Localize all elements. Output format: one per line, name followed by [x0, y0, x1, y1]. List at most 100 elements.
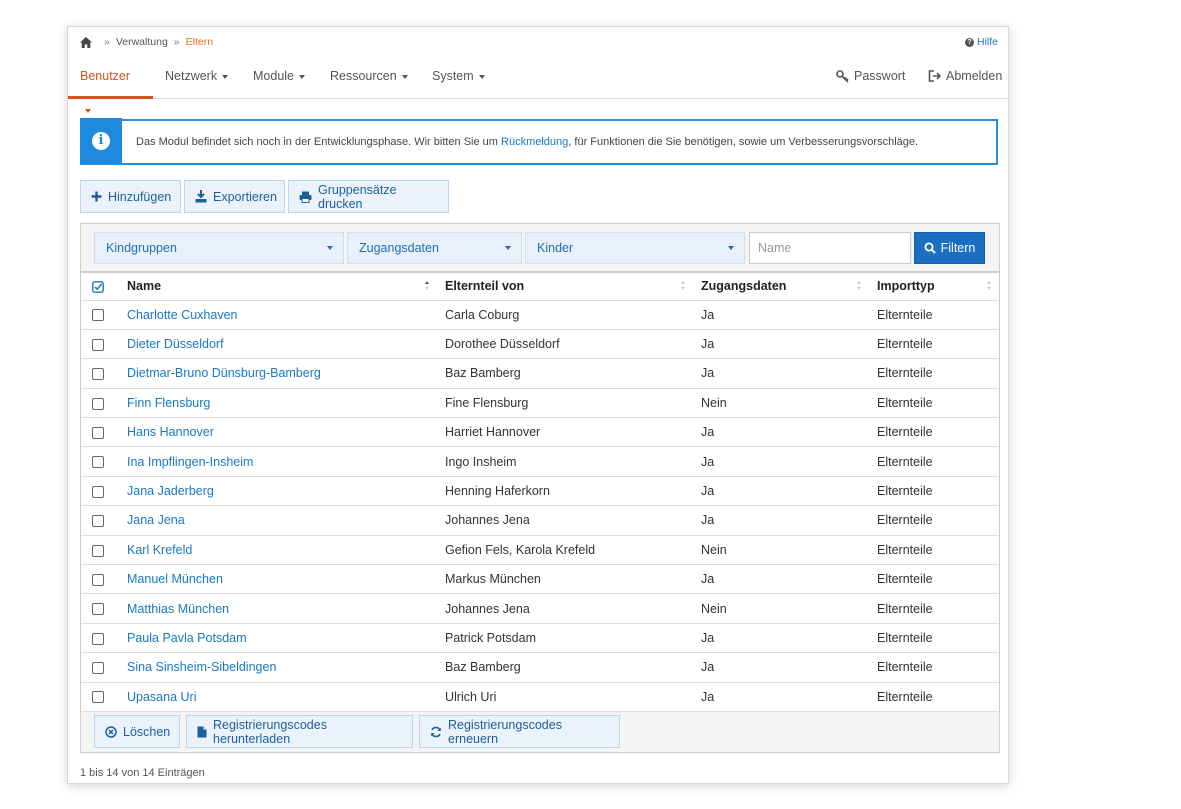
table-row[interactable]: Jana Jaderberg Henning Haferkorn Ja Elternt…	[81, 476, 999, 507]
elternteil-cell: Baz Bamberg	[437, 652, 693, 683]
export-label: Exportieren	[213, 189, 277, 204]
importtyp-cell: Elternteile	[869, 358, 999, 389]
table-row[interactable]: Matthias München Johannes Jena Nein Elternt…	[81, 593, 999, 624]
row-checkbox[interactable]	[92, 397, 104, 410]
name-cell[interactable]: Jana Jaderberg	[119, 476, 437, 507]
nav-netzwerk[interactable]: Netzwerk	[153, 59, 240, 99]
column-header-importtyp[interactable]: Importtyp	[869, 271, 999, 301]
nav-ressourcen[interactable]: Ressourcen	[318, 59, 420, 99]
importtyp-cell: Elternteile	[869, 505, 999, 536]
row-checkbox[interactable]	[92, 603, 104, 616]
name-cell[interactable]: Paula Pavla Potsdam	[119, 623, 437, 654]
name-cell[interactable]: Matthias München	[119, 593, 437, 624]
table-row[interactable]: Dieter Düsseldorf Dorothee Düsseldorf Ja El…	[81, 329, 999, 360]
row-checkbox[interactable]	[92, 426, 104, 439]
filter-button[interactable]: Filtern	[914, 232, 985, 264]
table-row[interactable]: Dietmar-Bruno Dünsburg-Bamberg Baz Bamber…	[81, 358, 999, 389]
importtyp-cell: Elternteile	[869, 446, 999, 477]
header-label: Zugangsdaten	[701, 279, 787, 294]
home-icon[interactable]	[80, 36, 92, 48]
password-link[interactable]: Passwort	[836, 59, 905, 99]
logout-link[interactable]: Abmelden	[928, 59, 1002, 99]
row-checkbox[interactable]	[92, 573, 104, 586]
kinder-dropdown[interactable]: Kinder	[525, 232, 745, 264]
row-checkbox[interactable]	[92, 456, 104, 469]
table-row[interactable]: Karl Krefeld Gefion Fels, Karola Krefeld N…	[81, 535, 999, 566]
help-link[interactable]: ? Hilfe	[964, 36, 998, 48]
nav-module[interactable]: Module	[241, 59, 317, 99]
name-cell[interactable]: Manuel München	[119, 564, 437, 595]
caret-down-icon	[728, 246, 734, 250]
table-row[interactable]: Manuel München Markus München Ja Elternteil…	[81, 564, 999, 595]
select-all-header[interactable]	[81, 271, 119, 301]
elternteil-cell: Patrick Potsdam	[437, 623, 693, 654]
table-body: Charlotte Cuxhaven Carla Coburg Ja Elternte…	[81, 300, 999, 712]
close-circle-icon	[105, 725, 117, 738]
importtyp-cell: Elternteile	[869, 682, 999, 712]
column-header-name[interactable]: Name	[119, 271, 437, 301]
table-row[interactable]: Ina Impflingen-Insheim Ingo Insheim Ja Elte…	[81, 446, 999, 477]
row-checkbox[interactable]	[92, 309, 104, 322]
name-cell[interactable]: Upasana Uri	[119, 682, 437, 712]
importtyp-cell: Elternteile	[869, 300, 999, 330]
row-checkbox[interactable]	[92, 662, 104, 675]
breadcrumb-verwaltung[interactable]: Verwaltung	[116, 36, 168, 48]
elternteil-cell: Johannes Jena	[437, 505, 693, 536]
print-icon	[299, 191, 312, 203]
pagination-info: 1 bis 14 von 14 Einträgen	[80, 767, 205, 779]
row-checkbox[interactable]	[92, 338, 104, 351]
sort-icon	[987, 281, 993, 293]
check-square-icon[interactable]	[92, 281, 104, 293]
parents-table: Name Elternteil von Zugangsdaten Importt…	[81, 271, 999, 712]
add-button[interactable]: Hinzufügen	[80, 180, 181, 213]
table-row[interactable]: Jana Jena Johannes Jena Ja Elternteile	[81, 505, 999, 536]
name-cell[interactable]: Sina Sinsheim-Sibeldingen	[119, 652, 437, 683]
sort-icon	[857, 281, 863, 293]
export-button[interactable]: Exportieren	[184, 180, 285, 213]
name-search-input[interactable]	[749, 232, 911, 264]
table-row[interactable]: Hans Hannover Harriet Hannover Ja Elterntei…	[81, 417, 999, 448]
name-cell[interactable]: Dietmar-Bruno Dünsburg-Bamberg	[119, 358, 437, 389]
print-group-button[interactable]: Gruppensätze drucken	[288, 180, 449, 213]
name-cell[interactable]: Karl Krefeld	[119, 535, 437, 566]
row-select-cell	[81, 476, 119, 507]
feedback-link[interactable]: Rückmeldung	[501, 136, 568, 148]
column-header-elternteil[interactable]: Elternteil von	[437, 271, 693, 301]
table-row[interactable]: Paula Pavla Potsdam Patrick Potsdam Ja Elte…	[81, 623, 999, 654]
zugangsdaten-dropdown[interactable]: Zugangsdaten	[347, 232, 522, 264]
row-checkbox[interactable]	[92, 544, 104, 557]
row-checkbox[interactable]	[92, 515, 104, 528]
delete-button[interactable]: Löschen	[94, 715, 180, 748]
nav-benutzer[interactable]: Benutzer	[68, 59, 153, 113]
elternteil-cell: Baz Bamberg	[437, 358, 693, 389]
dropdown-label: Zugangsdaten	[359, 241, 439, 255]
zugangsdaten-cell: Ja	[693, 623, 869, 654]
name-cell[interactable]: Dieter Düsseldorf	[119, 329, 437, 360]
download-codes-button[interactable]: Registrierungscodes herunterladen	[186, 715, 413, 748]
table-row[interactable]: Sina Sinsheim-Sibeldingen Baz Bamberg Ja El…	[81, 652, 999, 683]
name-cell[interactable]: Finn Flensburg	[119, 388, 437, 419]
row-select-cell	[81, 623, 119, 654]
elternteil-cell: Gefion Fels, Karola Krefeld	[437, 535, 693, 566]
file-icon	[197, 726, 207, 737]
zugangsdaten-cell: Nein	[693, 535, 869, 566]
zugangsdaten-cell: Nein	[693, 388, 869, 419]
column-header-zugangsdaten[interactable]: Zugangsdaten	[693, 271, 869, 301]
help-label: Hilfe	[976, 36, 998, 48]
name-cell[interactable]: Jana Jena	[119, 505, 437, 536]
row-checkbox[interactable]	[92, 691, 104, 704]
name-cell[interactable]: Charlotte Cuxhaven	[119, 300, 437, 330]
name-cell[interactable]: Ina Impflingen-Insheim	[119, 446, 437, 477]
row-checkbox[interactable]	[92, 368, 104, 381]
table-row[interactable]: Upasana Uri Ulrich Uri Ja Elternteile	[81, 682, 999, 712]
nav-system[interactable]: System	[420, 59, 497, 99]
export-icon	[195, 190, 207, 203]
kindgruppen-dropdown[interactable]: Kindgruppen	[94, 232, 344, 264]
table-row[interactable]: Charlotte Cuxhaven Carla Coburg Ja Elternte…	[81, 300, 999, 330]
table-row[interactable]: Finn Flensburg Fine Flensburg Nein Elternte…	[81, 388, 999, 419]
nav-label: Netzwerk	[165, 69, 218, 83]
row-checkbox[interactable]	[92, 485, 104, 498]
renew-codes-button[interactable]: Registrierungscodes erneuern	[419, 715, 620, 748]
name-cell[interactable]: Hans Hannover	[119, 417, 437, 448]
row-checkbox[interactable]	[92, 632, 104, 645]
